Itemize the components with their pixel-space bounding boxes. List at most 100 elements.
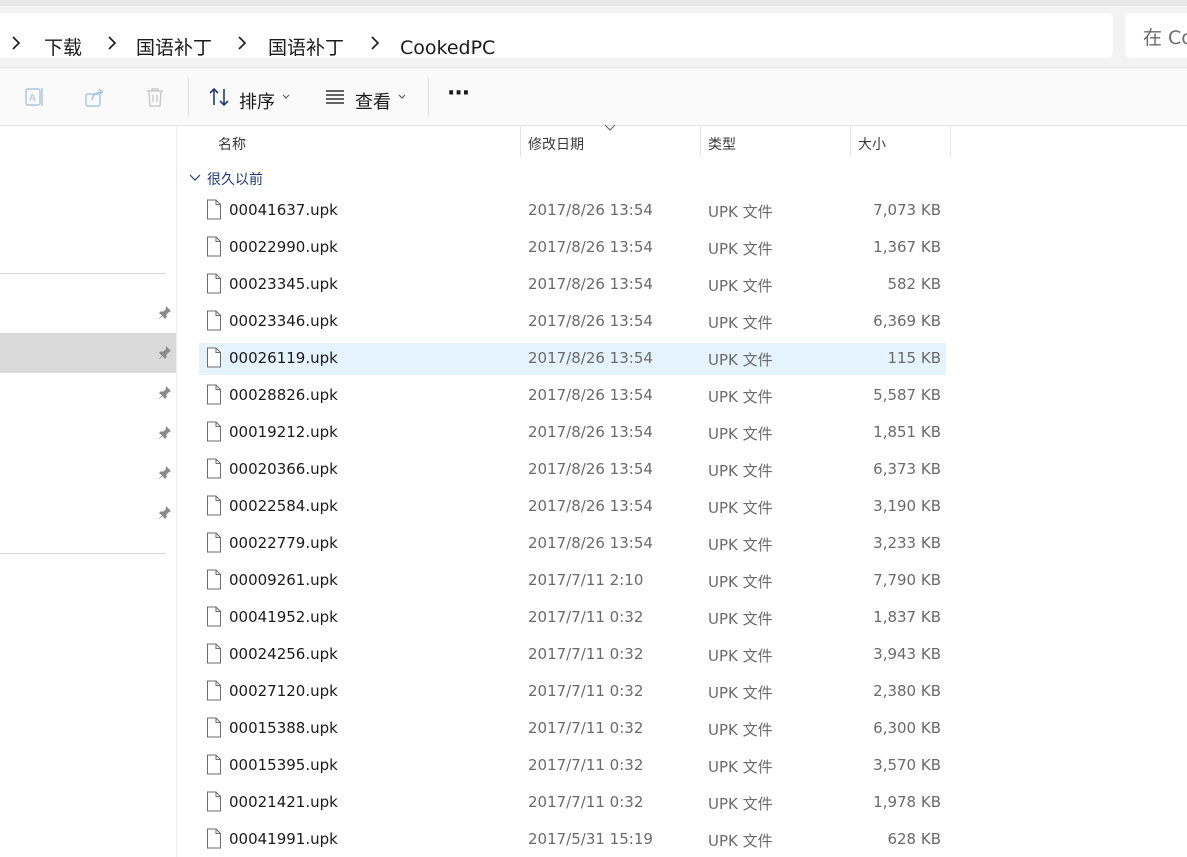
view-icon[interactable] — [323, 85, 347, 109]
file-row[interactable]: 00027120.upk 2017/7/11 0:32 UPK 文件 2,380… — [199, 676, 946, 708]
rename-icon[interactable]: A — [23, 85, 47, 109]
file-size: 6,369 KB — [873, 312, 941, 330]
share-icon[interactable] — [83, 85, 107, 109]
sort-icon[interactable] — [207, 85, 231, 109]
sort-button[interactable]: 排序 — [239, 88, 275, 114]
file-type: UPK 文件 — [708, 647, 773, 665]
breadcrumb-item-cookedpc[interactable]: CookedPC — [400, 35, 495, 61]
nav-divider — [0, 273, 166, 274]
file-name: 00023346.upk — [229, 312, 338, 330]
file-name: 00022779.upk — [229, 534, 338, 552]
file-icon — [207, 273, 221, 294]
address-bar-region: 下载 国语补丁 国语补丁 CookedPC 在 Co — [0, 0, 1187, 68]
file-icon — [207, 199, 221, 220]
file-row[interactable]: 00041952.upk 2017/7/11 0:32 UPK 文件 1,837… — [199, 602, 946, 634]
chevron-down-icon[interactable] — [189, 174, 201, 182]
file-row[interactable]: 00019212.upk 2017/8/26 13:54 UPK 文件 1,85… — [199, 417, 946, 449]
column-header-date[interactable]: 修改日期 — [528, 134, 584, 154]
file-date: 2017/5/31 15:19 — [528, 830, 653, 848]
file-date: 2017/8/26 13:54 — [528, 497, 653, 515]
file-date: 2017/8/26 13:54 — [528, 423, 653, 441]
nav-item-pinned[interactable] — [0, 293, 176, 333]
file-size: 3,570 KB — [873, 756, 941, 774]
file-row[interactable]: 00023346.upk 2017/8/26 13:54 UPK 文件 6,36… — [199, 306, 946, 338]
file-row[interactable]: 00022779.upk 2017/8/26 13:54 UPK 文件 3,23… — [199, 528, 946, 560]
breadcrumb-item-patch-1[interactable]: 国语补丁 — [136, 35, 212, 61]
column-separator[interactable] — [950, 126, 951, 157]
file-row[interactable]: 00020366.upk 2017/8/26 13:54 UPK 文件 6,37… — [199, 454, 946, 486]
file-icon — [207, 310, 221, 331]
file-type: UPK 文件 — [708, 203, 773, 221]
file-size: 582 KB — [887, 275, 941, 293]
column-separator[interactable] — [700, 126, 701, 157]
file-name: 00022990.upk — [229, 238, 338, 256]
file-size: 1,837 KB — [873, 608, 941, 626]
file-icon — [207, 754, 221, 775]
file-icon — [207, 717, 221, 738]
file-date: 2017/7/11 0:32 — [528, 645, 644, 663]
column-header-name[interactable]: 名称 — [218, 134, 246, 154]
file-size: 2,380 KB — [873, 682, 941, 700]
view-button[interactable]: 查看 — [355, 88, 391, 114]
chevron-right-icon[interactable] — [235, 35, 249, 51]
chevron-down-icon[interactable] — [398, 94, 406, 100]
file-size: 7,073 KB — [873, 201, 941, 219]
file-row[interactable]: 00023345.upk 2017/8/26 13:54 UPK 文件 582 … — [199, 269, 946, 301]
breadcrumb-item-downloads[interactable]: 下载 — [44, 35, 82, 61]
file-row[interactable]: 00028826.upk 2017/8/26 13:54 UPK 文件 5,58… — [199, 380, 946, 412]
more-options-button[interactable]: ··· — [447, 81, 470, 106]
file-icon — [207, 606, 221, 627]
chevron-right-icon[interactable] — [105, 35, 119, 51]
group-header-long-ago[interactable]: 很久以前 — [207, 169, 263, 189]
file-size: 628 KB — [887, 830, 941, 848]
breadcrumb-item-patch-2[interactable]: 国语补丁 — [268, 35, 344, 61]
column-header-type[interactable]: 类型 — [708, 134, 736, 154]
file-icon — [207, 421, 221, 442]
file-name: 00022584.upk — [229, 497, 338, 515]
nav-divider — [0, 553, 166, 554]
file-icon — [207, 828, 221, 849]
file-icon — [207, 532, 221, 553]
nav-item-pinned[interactable] — [0, 413, 176, 453]
column-separator[interactable] — [520, 126, 521, 157]
file-row[interactable]: 00022584.upk 2017/8/26 13:54 UPK 文件 3,19… — [199, 491, 946, 523]
file-row[interactable]: 00009261.upk 2017/7/11 2:10 UPK 文件 7,790… — [199, 565, 946, 597]
file-type: UPK 文件 — [708, 684, 773, 702]
file-row[interactable]: 00041637.upk 2017/8/26 13:54 UPK 文件 7,07… — [199, 195, 946, 227]
file-type: UPK 文件 — [708, 721, 773, 739]
file-type: UPK 文件 — [708, 536, 773, 554]
sort-descending-icon — [604, 124, 616, 131]
chevron-down-icon[interactable] — [282, 94, 290, 100]
file-row[interactable]: 00015388.upk 2017/7/11 0:32 UPK 文件 6,300… — [199, 713, 946, 745]
chevron-right-icon[interactable] — [9, 35, 23, 51]
file-name: 00015388.upk — [229, 719, 338, 737]
file-icon — [207, 495, 221, 516]
chevron-right-icon[interactable] — [368, 35, 382, 51]
file-row[interactable]: 00024256.upk 2017/7/11 0:32 UPK 文件 3,943… — [199, 639, 946, 671]
toolbar-separator — [188, 78, 189, 116]
nav-item-pinned[interactable] — [0, 493, 176, 533]
search-input[interactable]: 在 Co — [1125, 13, 1187, 58]
column-header-size[interactable]: 大小 — [858, 134, 886, 154]
file-icon — [207, 680, 221, 701]
delete-icon[interactable] — [143, 85, 167, 109]
address-bar[interactable]: 下载 国语补丁 国语补丁 CookedPC — [0, 13, 1113, 61]
file-row[interactable]: 00021421.upk 2017/7/11 0:32 UPK 文件 1,978… — [199, 787, 946, 819]
file-name: 00023345.upk — [229, 275, 338, 293]
nav-item-pinned[interactable] — [0, 373, 176, 413]
file-name: 00021421.upk — [229, 793, 338, 811]
file-date: 2017/8/26 13:54 — [528, 460, 653, 478]
file-name: 00026119.upk — [229, 349, 338, 367]
file-row[interactable]: 00041991.upk 2017/5/31 15:19 UPK 文件 628 … — [199, 824, 946, 856]
nav-item-pinned-active[interactable] — [0, 333, 176, 373]
file-row[interactable]: 00015395.upk 2017/7/11 0:32 UPK 文件 3,570… — [199, 750, 946, 782]
file-type: UPK 文件 — [708, 573, 773, 591]
file-row[interactable]: 00022990.upk 2017/8/26 13:54 UPK 文件 1,36… — [199, 232, 946, 264]
nav-item-pinned[interactable] — [0, 453, 176, 493]
file-name: 00009261.upk — [229, 571, 338, 589]
file-type: UPK 文件 — [708, 462, 773, 480]
column-separator[interactable] — [850, 126, 851, 157]
file-type: UPK 文件 — [708, 499, 773, 517]
file-row[interactable]: 00026119.upk 2017/8/26 13:54 UPK 文件 115 … — [199, 343, 946, 375]
file-date: 2017/8/26 13:54 — [528, 312, 653, 330]
